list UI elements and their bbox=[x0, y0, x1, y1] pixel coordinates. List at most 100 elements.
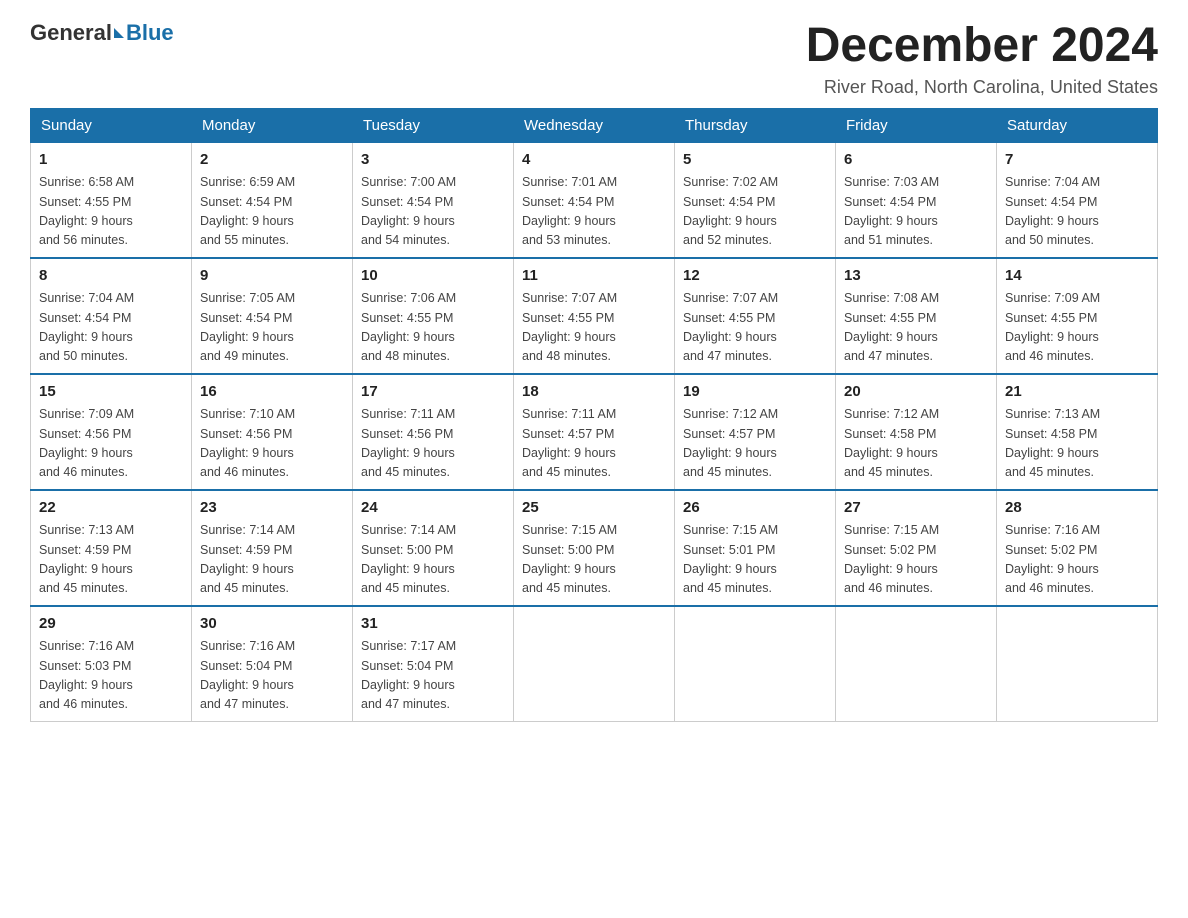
day-info: Sunrise: 7:14 AMSunset: 4:59 PMDaylight:… bbox=[200, 521, 344, 599]
day-info: Sunrise: 6:59 AMSunset: 4:54 PMDaylight:… bbox=[200, 173, 344, 251]
calendar-cell: 20Sunrise: 7:12 AMSunset: 4:58 PMDayligh… bbox=[836, 374, 997, 490]
week-row-5: 29Sunrise: 7:16 AMSunset: 5:03 PMDayligh… bbox=[31, 606, 1158, 722]
day-info: Sunrise: 7:16 AMSunset: 5:04 PMDaylight:… bbox=[200, 637, 344, 715]
day-info: Sunrise: 7:17 AMSunset: 5:04 PMDaylight:… bbox=[361, 637, 505, 715]
calendar-cell: 24Sunrise: 7:14 AMSunset: 5:00 PMDayligh… bbox=[353, 490, 514, 606]
day-info: Sunrise: 7:03 AMSunset: 4:54 PMDaylight:… bbox=[844, 173, 988, 251]
day-number: 4 bbox=[522, 149, 666, 172]
calendar-cell: 25Sunrise: 7:15 AMSunset: 5:00 PMDayligh… bbox=[514, 490, 675, 606]
day-info: Sunrise: 7:10 AMSunset: 4:56 PMDaylight:… bbox=[200, 405, 344, 483]
day-info: Sunrise: 7:16 AMSunset: 5:02 PMDaylight:… bbox=[1005, 521, 1149, 599]
location-title: River Road, North Carolina, United State… bbox=[806, 77, 1158, 98]
day-number: 8 bbox=[39, 265, 183, 288]
calendar-cell: 18Sunrise: 7:11 AMSunset: 4:57 PMDayligh… bbox=[514, 374, 675, 490]
day-number: 11 bbox=[522, 265, 666, 288]
calendar-cell: 15Sunrise: 7:09 AMSunset: 4:56 PMDayligh… bbox=[31, 374, 192, 490]
calendar-cell: 17Sunrise: 7:11 AMSunset: 4:56 PMDayligh… bbox=[353, 374, 514, 490]
calendar-cell: 7Sunrise: 7:04 AMSunset: 4:54 PMDaylight… bbox=[997, 142, 1158, 258]
day-number: 22 bbox=[39, 497, 183, 520]
week-row-4: 22Sunrise: 7:13 AMSunset: 4:59 PMDayligh… bbox=[31, 490, 1158, 606]
header-monday: Monday bbox=[192, 108, 353, 142]
day-info: Sunrise: 7:09 AMSunset: 4:55 PMDaylight:… bbox=[1005, 289, 1149, 367]
day-number: 10 bbox=[361, 265, 505, 288]
day-info: Sunrise: 7:00 AMSunset: 4:54 PMDaylight:… bbox=[361, 173, 505, 251]
day-number: 23 bbox=[200, 497, 344, 520]
day-info: Sunrise: 7:04 AMSunset: 4:54 PMDaylight:… bbox=[1005, 173, 1149, 251]
calendar-cell: 3Sunrise: 7:00 AMSunset: 4:54 PMDaylight… bbox=[353, 142, 514, 258]
logo-blue-text: Blue bbox=[126, 20, 174, 46]
day-number: 28 bbox=[1005, 497, 1149, 520]
calendar-cell: 12Sunrise: 7:07 AMSunset: 4:55 PMDayligh… bbox=[675, 258, 836, 374]
day-number: 18 bbox=[522, 381, 666, 404]
day-info: Sunrise: 7:12 AMSunset: 4:58 PMDaylight:… bbox=[844, 405, 988, 483]
day-info: Sunrise: 7:02 AMSunset: 4:54 PMDaylight:… bbox=[683, 173, 827, 251]
day-info: Sunrise: 7:05 AMSunset: 4:54 PMDaylight:… bbox=[200, 289, 344, 367]
day-info: Sunrise: 7:06 AMSunset: 4:55 PMDaylight:… bbox=[361, 289, 505, 367]
day-number: 26 bbox=[683, 497, 827, 520]
day-info: Sunrise: 7:13 AMSunset: 4:59 PMDaylight:… bbox=[39, 521, 183, 599]
calendar-cell: 13Sunrise: 7:08 AMSunset: 4:55 PMDayligh… bbox=[836, 258, 997, 374]
calendar-cell: 5Sunrise: 7:02 AMSunset: 4:54 PMDaylight… bbox=[675, 142, 836, 258]
calendar-cell: 4Sunrise: 7:01 AMSunset: 4:54 PMDaylight… bbox=[514, 142, 675, 258]
logo: General Blue bbox=[30, 20, 174, 46]
calendar-cell: 10Sunrise: 7:06 AMSunset: 4:55 PMDayligh… bbox=[353, 258, 514, 374]
day-number: 27 bbox=[844, 497, 988, 520]
calendar-cell: 6Sunrise: 7:03 AMSunset: 4:54 PMDaylight… bbox=[836, 142, 997, 258]
day-number: 9 bbox=[200, 265, 344, 288]
day-number: 16 bbox=[200, 381, 344, 404]
logo-arrow-icon bbox=[114, 28, 124, 38]
calendar-cell: 23Sunrise: 7:14 AMSunset: 4:59 PMDayligh… bbox=[192, 490, 353, 606]
title-area: December 2024 River Road, North Carolina… bbox=[806, 20, 1158, 98]
calendar-cell bbox=[675, 606, 836, 722]
day-number: 20 bbox=[844, 381, 988, 404]
day-info: Sunrise: 7:07 AMSunset: 4:55 PMDaylight:… bbox=[683, 289, 827, 367]
month-title: December 2024 bbox=[806, 20, 1158, 73]
calendar-cell: 2Sunrise: 6:59 AMSunset: 4:54 PMDaylight… bbox=[192, 142, 353, 258]
calendar-cell: 30Sunrise: 7:16 AMSunset: 5:04 PMDayligh… bbox=[192, 606, 353, 722]
calendar-cell: 16Sunrise: 7:10 AMSunset: 4:56 PMDayligh… bbox=[192, 374, 353, 490]
day-number: 1 bbox=[39, 149, 183, 172]
day-number: 6 bbox=[844, 149, 988, 172]
day-info: Sunrise: 7:07 AMSunset: 4:55 PMDaylight:… bbox=[522, 289, 666, 367]
day-info: Sunrise: 7:15 AMSunset: 5:02 PMDaylight:… bbox=[844, 521, 988, 599]
day-number: 12 bbox=[683, 265, 827, 288]
day-info: Sunrise: 7:15 AMSunset: 5:00 PMDaylight:… bbox=[522, 521, 666, 599]
day-number: 15 bbox=[39, 381, 183, 404]
day-number: 5 bbox=[683, 149, 827, 172]
calendar-table: SundayMondayTuesdayWednesdayThursdayFrid… bbox=[30, 108, 1158, 722]
day-number: 17 bbox=[361, 381, 505, 404]
week-row-2: 8Sunrise: 7:04 AMSunset: 4:54 PMDaylight… bbox=[31, 258, 1158, 374]
day-number: 7 bbox=[1005, 149, 1149, 172]
day-info: Sunrise: 7:08 AMSunset: 4:55 PMDaylight:… bbox=[844, 289, 988, 367]
calendar-cell: 8Sunrise: 7:04 AMSunset: 4:54 PMDaylight… bbox=[31, 258, 192, 374]
calendar-cell: 29Sunrise: 7:16 AMSunset: 5:03 PMDayligh… bbox=[31, 606, 192, 722]
week-row-1: 1Sunrise: 6:58 AMSunset: 4:55 PMDaylight… bbox=[31, 142, 1158, 258]
calendar-cell bbox=[997, 606, 1158, 722]
day-info: Sunrise: 7:09 AMSunset: 4:56 PMDaylight:… bbox=[39, 405, 183, 483]
day-number: 21 bbox=[1005, 381, 1149, 404]
calendar-cell: 28Sunrise: 7:16 AMSunset: 5:02 PMDayligh… bbox=[997, 490, 1158, 606]
day-number: 3 bbox=[361, 149, 505, 172]
day-number: 13 bbox=[844, 265, 988, 288]
day-info: Sunrise: 6:58 AMSunset: 4:55 PMDaylight:… bbox=[39, 173, 183, 251]
logo-general-text: General bbox=[30, 20, 112, 46]
day-info: Sunrise: 7:14 AMSunset: 5:00 PMDaylight:… bbox=[361, 521, 505, 599]
header-wednesday: Wednesday bbox=[514, 108, 675, 142]
header-saturday: Saturday bbox=[997, 108, 1158, 142]
week-row-3: 15Sunrise: 7:09 AMSunset: 4:56 PMDayligh… bbox=[31, 374, 1158, 490]
calendar-cell: 9Sunrise: 7:05 AMSunset: 4:54 PMDaylight… bbox=[192, 258, 353, 374]
day-number: 25 bbox=[522, 497, 666, 520]
day-info: Sunrise: 7:15 AMSunset: 5:01 PMDaylight:… bbox=[683, 521, 827, 599]
day-info: Sunrise: 7:13 AMSunset: 4:58 PMDaylight:… bbox=[1005, 405, 1149, 483]
day-number: 14 bbox=[1005, 265, 1149, 288]
header-thursday: Thursday bbox=[675, 108, 836, 142]
day-number: 2 bbox=[200, 149, 344, 172]
calendar-cell: 11Sunrise: 7:07 AMSunset: 4:55 PMDayligh… bbox=[514, 258, 675, 374]
day-number: 30 bbox=[200, 613, 344, 636]
day-number: 19 bbox=[683, 381, 827, 404]
calendar-cell: 14Sunrise: 7:09 AMSunset: 4:55 PMDayligh… bbox=[997, 258, 1158, 374]
calendar-cell bbox=[514, 606, 675, 722]
day-info: Sunrise: 7:12 AMSunset: 4:57 PMDaylight:… bbox=[683, 405, 827, 483]
day-info: Sunrise: 7:01 AMSunset: 4:54 PMDaylight:… bbox=[522, 173, 666, 251]
calendar-cell: 27Sunrise: 7:15 AMSunset: 5:02 PMDayligh… bbox=[836, 490, 997, 606]
